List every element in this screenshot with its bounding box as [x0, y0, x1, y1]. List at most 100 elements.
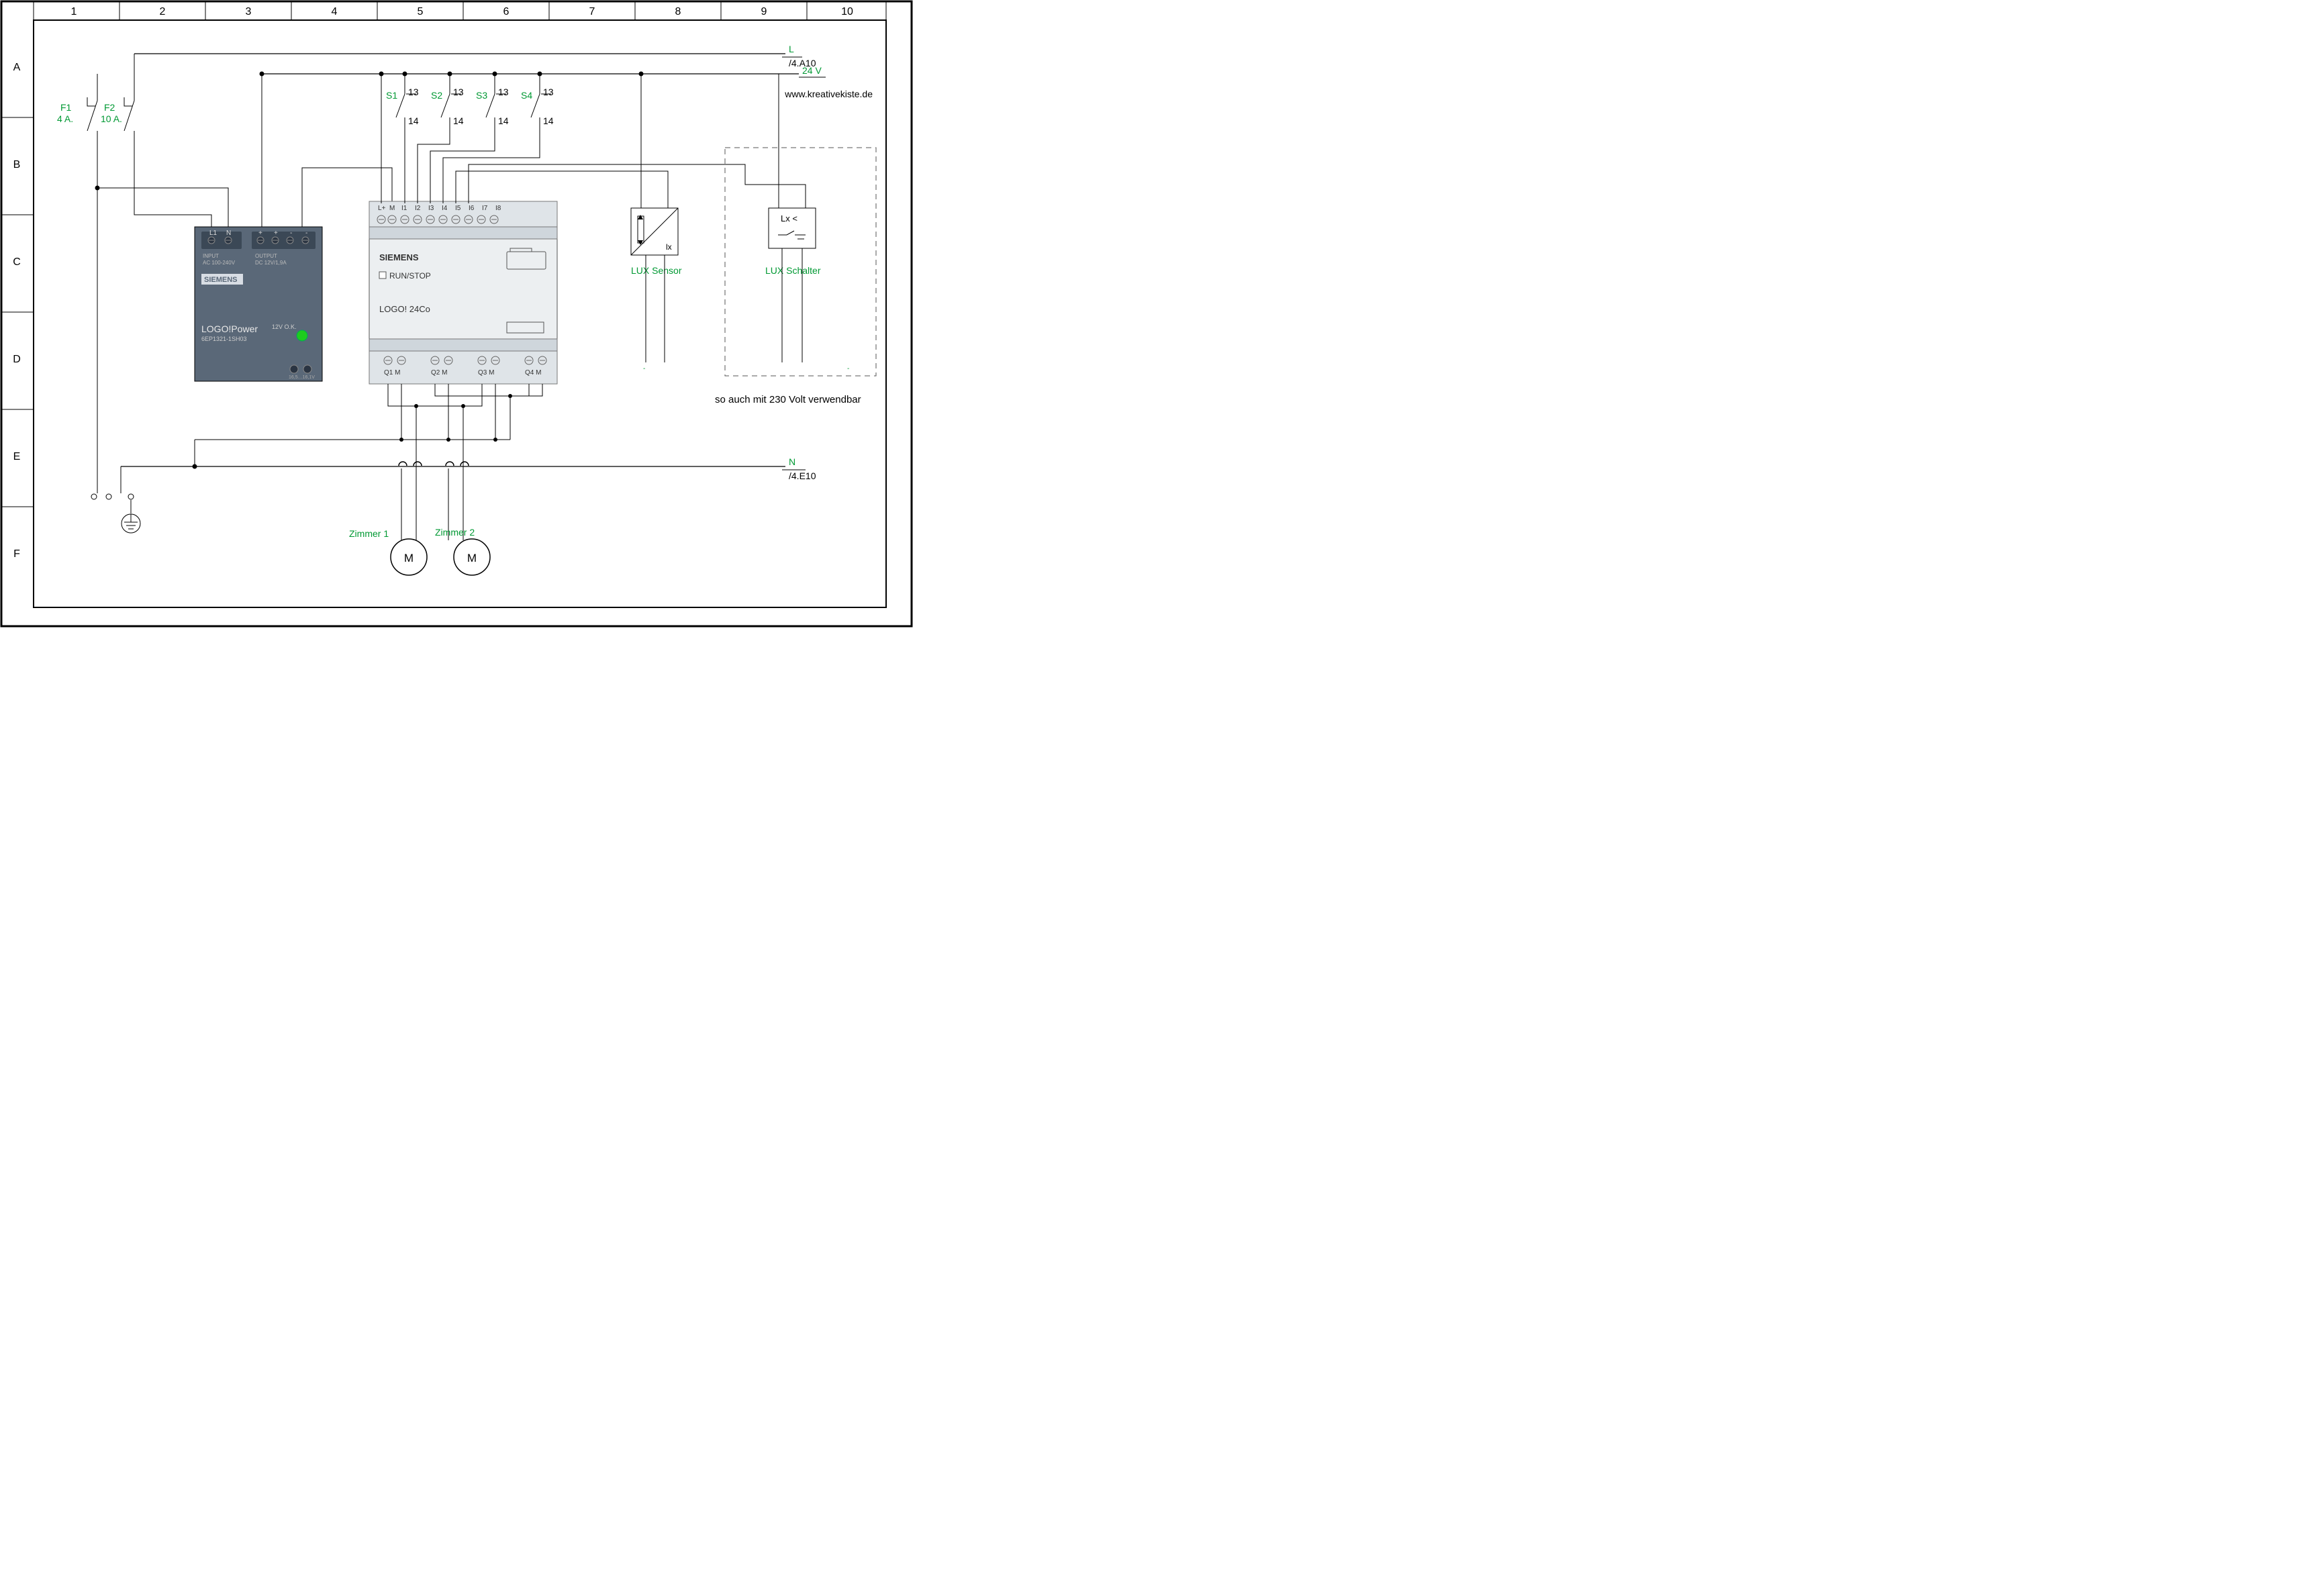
psu-ok-led	[297, 330, 307, 341]
output-wiring	[193, 384, 543, 540]
row-scale: A B C D E F	[1, 62, 34, 560]
svg-text:+: +	[258, 230, 262, 237]
row-F: F	[13, 548, 20, 560]
svg-text:Q2 M: Q2 M	[431, 369, 447, 377]
svg-text:I3: I3	[428, 205, 434, 212]
row-A: A	[13, 62, 21, 73]
motor-zimmer1: M Zimmer 1	[349, 528, 427, 575]
col-4: 4	[332, 6, 338, 17]
row-E: E	[13, 451, 21, 462]
fuse-F2: F2 10 A.	[101, 54, 134, 188]
svg-text:Q3 M: Q3 M	[478, 369, 494, 377]
svg-text:I5: I5	[455, 205, 461, 212]
svg-text:I7: I7	[482, 205, 488, 212]
svg-text:lx: lx	[666, 242, 672, 252]
col-8: 8	[675, 6, 681, 17]
motor-zimmer2: M Zimmer 2	[435, 527, 490, 575]
svg-text:L+: L+	[378, 205, 386, 212]
svg-text:SIEMENS: SIEMENS	[204, 276, 238, 284]
svg-text:I8: I8	[495, 205, 501, 212]
svg-text:M: M	[404, 552, 414, 564]
col-9: 9	[761, 6, 767, 17]
svg-text:LOGO! 24Co: LOGO! 24Co	[379, 304, 430, 314]
24V-label: 24 V	[802, 65, 822, 76]
col-7: 7	[589, 6, 595, 17]
N-ref: /4.E10	[789, 470, 816, 481]
lux-sensor-label: LUX Sensor	[631, 265, 682, 276]
psu-title: LOGO!Power	[201, 323, 258, 334]
svg-text:SIEMENS: SIEMENS	[379, 252, 419, 262]
svg-text:I1: I1	[401, 205, 407, 212]
alt-note: so auch mit 230 Volt verwendbar	[715, 394, 861, 405]
svg-text:S3: S3	[476, 90, 487, 101]
col-2: 2	[160, 6, 166, 17]
svg-text:16,5…16,1V: 16,5…16,1V	[289, 375, 315, 380]
column-scale: 1 2 3 4 5 6 7 8 9 10	[34, 1, 886, 20]
svg-text:S2: S2	[431, 90, 442, 101]
row-B: B	[13, 159, 21, 170]
connector-icon	[507, 322, 544, 333]
svg-text:+: +	[274, 230, 278, 237]
svg-text:S4: S4	[521, 90, 532, 101]
svg-text:-: -	[290, 230, 292, 237]
svg-text:DC 12V/1,9A: DC 12V/1,9A	[255, 260, 287, 266]
svg-text:RUN/STOP: RUN/STOP	[389, 271, 431, 281]
svg-text:14: 14	[453, 115, 464, 126]
col-5: 5	[418, 6, 424, 17]
svg-text:I2: I2	[415, 205, 421, 212]
svg-text:Q4 M: Q4 M	[525, 369, 541, 377]
logo-plc: L+ M I1 I2 I3 I4 I5 I6 I7 I8 SIEMENS R	[369, 201, 557, 384]
F1-rating: 4 A.	[57, 113, 73, 124]
L-label: L	[789, 44, 794, 54]
schematic-diagram: 1 2 3 4 5 6 7 8 9 10 A B C D E F L /4.A1…	[0, 0, 913, 628]
svg-text:14: 14	[543, 115, 554, 126]
svg-text:13: 13	[543, 87, 554, 97]
svg-text:M: M	[467, 552, 477, 564]
svg-text:M: M	[389, 205, 395, 212]
svg-text:14: 14	[408, 115, 419, 126]
fuse-F1: F1 4 A.	[57, 74, 100, 493]
svg-text:-: -	[643, 365, 645, 372]
svg-text:13: 13	[498, 87, 509, 97]
svg-text:Lx <: Lx <	[781, 213, 797, 223]
col-10: 10	[841, 6, 853, 17]
svg-text:Q1 M: Q1 M	[384, 369, 400, 377]
svg-text:N: N	[226, 230, 231, 237]
F2-rating: 10 A.	[101, 113, 122, 124]
zimmer1-label: Zimmer 1	[349, 528, 389, 539]
svg-text:OUTPUT: OUTPUT	[255, 253, 277, 259]
svg-text:I4: I4	[442, 205, 448, 212]
svg-text:INPUT: INPUT	[203, 253, 219, 259]
svg-text:-: -	[305, 230, 307, 237]
svg-text:14: 14	[498, 115, 509, 126]
runstop-icon	[379, 272, 386, 279]
svg-text:13: 13	[453, 87, 464, 97]
col-6: 6	[503, 6, 510, 17]
logo-power-supply: L1 N + + - - INPUT AC 100-240V OUTPUT DC…	[195, 227, 322, 381]
N-label: N	[789, 456, 795, 467]
card-slot-icon	[507, 252, 546, 269]
svg-text:-: -	[847, 365, 849, 372]
svg-text:AC 100-240V: AC 100-240V	[203, 260, 236, 266]
F2-name: F2	[104, 102, 115, 113]
line-L: L /4.A10	[134, 44, 816, 68]
svg-text:L1: L1	[209, 230, 217, 237]
line-24V: 24 V	[262, 65, 826, 77]
col-1: 1	[71, 6, 77, 17]
F1-name: F1	[60, 102, 72, 113]
row-D: D	[13, 354, 21, 365]
psu-led-label: 12V O.K.	[272, 323, 297, 330]
col-3: 3	[246, 6, 252, 17]
zimmer2-label: Zimmer 2	[435, 527, 475, 538]
url-label: www.kreativekiste.de	[784, 89, 873, 99]
svg-text:13: 13	[408, 87, 419, 97]
row-C: C	[13, 256, 21, 268]
svg-text:I6: I6	[469, 205, 475, 212]
switches: S1 13 14 S2 13 14 S3 13 14 S4 13 14	[386, 72, 554, 204]
psu-adjust-screw	[290, 365, 298, 373]
earth-symbol	[91, 494, 140, 533]
psu-model: 6EP1321-1SH03	[201, 336, 247, 342]
lux-schalter-label: LUX Schalter	[765, 265, 821, 276]
svg-text:S1: S1	[386, 90, 397, 101]
line-N: N /4.E10	[121, 456, 816, 481]
